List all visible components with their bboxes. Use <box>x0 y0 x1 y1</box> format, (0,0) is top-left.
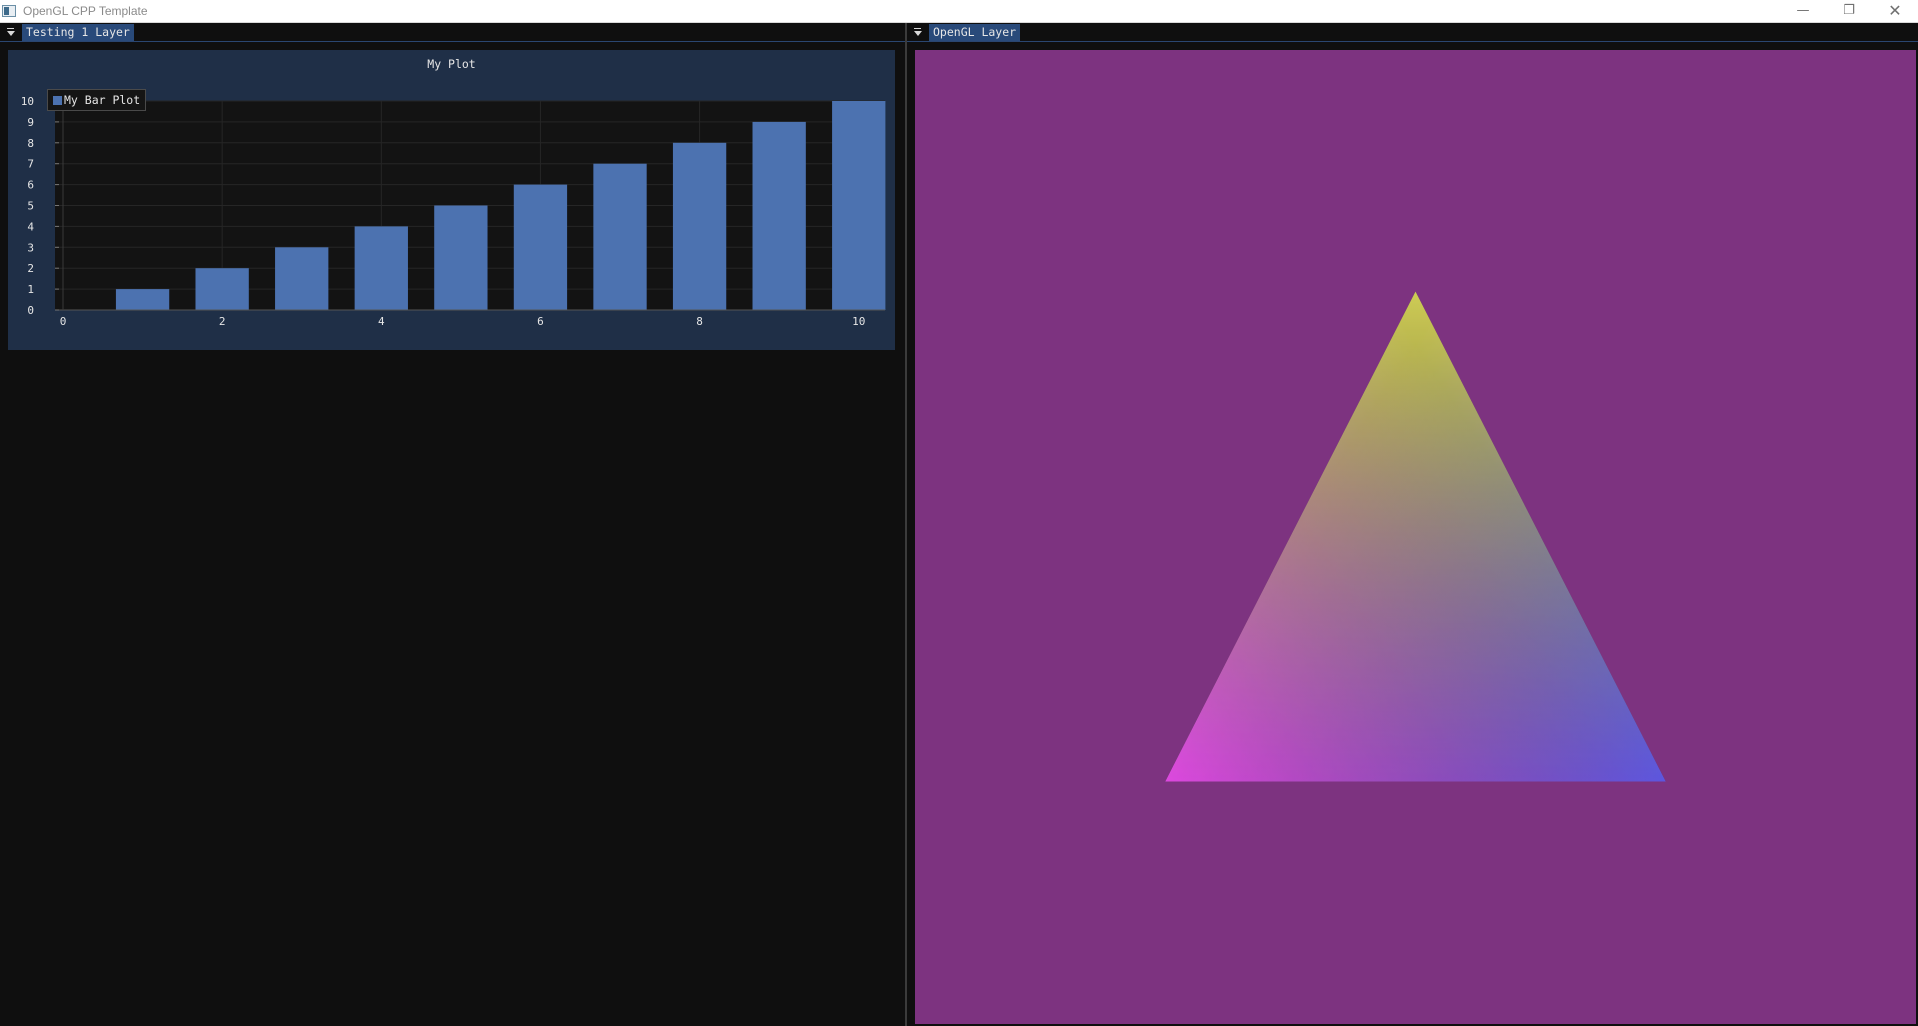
panel-header: Testing 1 Layer <box>0 23 905 42</box>
x-tick-label: 10 <box>852 315 865 328</box>
bar <box>752 121 806 311</box>
y-tick-label: 10 <box>21 95 34 108</box>
bar <box>593 163 647 310</box>
panel-header: OpenGL Layer <box>907 23 1918 42</box>
testing-layer-panel: Testing 1 Layer 0 1 2 3 4 5 6 7 8 9 10 0 2 4 6 8 10 My P… <box>0 23 905 1026</box>
window-title: OpenGL CPP Template <box>23 4 148 18</box>
y-tick-label: 8 <box>27 137 34 150</box>
minimize-button[interactable]: — <box>1780 0 1826 23</box>
close-button[interactable]: ✕ <box>1872 0 1918 23</box>
bar <box>275 247 329 310</box>
x-tick-label: 6 <box>537 315 544 328</box>
x-tick-label: 4 <box>378 315 385 328</box>
opengl-viewport[interactable] <box>915 50 1916 1024</box>
bar <box>195 268 249 310</box>
bar <box>434 205 488 310</box>
bar-plot[interactable]: 0 1 2 3 4 5 6 7 8 9 10 0 2 4 6 8 10 My Plot My Bar Plot <box>8 50 895 350</box>
restore-button[interactable]: ❐ <box>1826 0 1872 23</box>
plot-legend[interactable]: My Bar Plot <box>47 89 146 111</box>
x-tick-label: 2 <box>219 315 226 328</box>
legend-label: My Bar Plot <box>64 93 141 107</box>
bar <box>115 289 170 310</box>
collapse-arrow-icon[interactable] <box>5 27 16 38</box>
y-tick-label: 2 <box>27 262 34 275</box>
y-tick-label: 3 <box>27 241 34 254</box>
window-titlebar: OpenGL CPP Template — ❐ ✕ <box>0 0 1918 23</box>
y-tick-label: 1 <box>27 283 34 296</box>
y-tick-label: 6 <box>27 179 34 192</box>
bar <box>832 101 886 310</box>
y-tick-label: 5 <box>27 200 34 213</box>
app-icon <box>2 5 16 17</box>
legend-swatch <box>53 96 62 105</box>
x-tick-label: 0 <box>60 315 67 328</box>
opengl-layer-panel: OpenGL Layer <box>907 23 1918 1026</box>
y-tick-label: 9 <box>27 116 34 129</box>
bar <box>513 184 568 310</box>
bar <box>354 226 408 310</box>
triangle-render <box>1165 291 1666 782</box>
y-tick-label: 4 <box>27 220 34 233</box>
tab-testing-1-layer[interactable]: Testing 1 Layer <box>22 24 134 41</box>
triangle-vertex-top <box>1165 291 1666 782</box>
y-tick-label: 7 <box>27 158 34 171</box>
x-tick-label: 8 <box>696 315 703 328</box>
y-tick-label: 0 <box>27 304 34 317</box>
collapse-arrow-icon[interactable] <box>912 27 923 38</box>
plot-title: My Plot <box>427 57 476 71</box>
bar <box>672 142 727 310</box>
tab-opengl-layer[interactable]: OpenGL Layer <box>929 24 1021 41</box>
